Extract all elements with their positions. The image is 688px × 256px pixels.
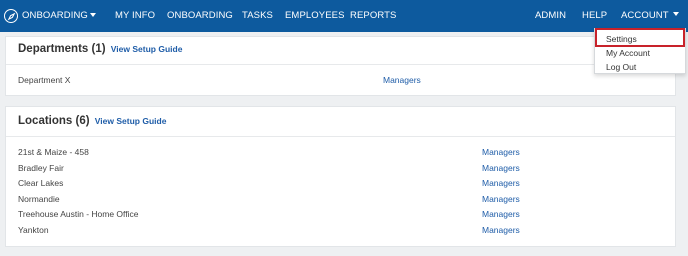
compass-logo-icon (4, 9, 18, 23)
locations-card: Locations (6) View Setup Guide 21st & Ma… (5, 106, 676, 247)
nav-brand-label: ONBOARDING (22, 10, 88, 21)
top-navbar: ONBOARDING MY INFO ONBOARDING TASKS EMPL… (0, 0, 688, 32)
location-managers-link[interactable]: Managers (482, 225, 520, 235)
menu-item-log-out[interactable]: Log Out (606, 61, 636, 73)
nav-item-tasks[interactable]: TASKS (242, 0, 273, 32)
locations-setup-guide-link[interactable]: View Setup Guide (95, 116, 167, 126)
nav-item-my-info[interactable]: MY INFO (115, 0, 155, 32)
caret-down-icon (89, 13, 96, 17)
location-managers-link[interactable]: Managers (482, 194, 520, 204)
location-name: Clear Lakes (18, 178, 64, 188)
nav-item-onboarding[interactable]: ONBOARDING (167, 0, 233, 32)
location-name: 21st & Maize - 458 (18, 147, 89, 157)
nav-brand-menu[interactable]: ONBOARDING (4, 0, 96, 32)
caret-down-icon (673, 12, 680, 17)
nav-item-label: REPORTS (350, 10, 397, 21)
location-managers-link[interactable]: Managers (482, 163, 520, 173)
department-name: Department X (18, 75, 71, 85)
locations-count: (6) (75, 115, 90, 127)
location-name: Bradley Fair (18, 163, 64, 173)
location-name: Yankton (18, 225, 49, 235)
locations-title: Locations (6) View Setup Guide (18, 115, 166, 127)
nav-account-label: ACCOUNT (621, 10, 669, 21)
departments-title: Departments (1) View Setup Guide (18, 43, 182, 55)
nav-item-employees[interactable]: EMPLOYEES (285, 0, 345, 32)
location-name: Treehouse Austin - Home Office (18, 209, 139, 219)
departments-setup-guide-link[interactable]: View Setup Guide (111, 44, 183, 54)
menu-item-settings[interactable]: Settings (606, 33, 637, 45)
nav-item-reports[interactable]: REPORTS (350, 0, 396, 32)
nav-item-label: TASKS (242, 10, 273, 21)
location-managers-link[interactable]: Managers (482, 147, 520, 157)
department-managers-link[interactable]: Managers (383, 75, 421, 85)
location-name: Normandie (18, 194, 60, 204)
location-managers-link[interactable]: Managers (482, 178, 520, 188)
locations-card-header: Locations (6) View Setup Guide (6, 107, 675, 137)
nav-item-label: ADMIN (535, 10, 567, 21)
departments-card-header: Departments (1) View Setup Guide (6, 37, 675, 65)
nav-item-admin[interactable]: ADMIN (535, 0, 566, 32)
nav-item-label: HELP (582, 10, 608, 21)
locations-title-text: Locations (18, 115, 73, 127)
nav-item-label: MY INFO (115, 10, 156, 21)
departments-title-text: Departments (18, 43, 89, 55)
location-managers-link[interactable]: Managers (482, 209, 520, 219)
departments-count: (1) (91, 43, 106, 55)
menu-item-my-account[interactable]: My Account (606, 47, 650, 59)
departments-card: Departments (1) View Setup Guide Departm… (5, 36, 676, 96)
account-dropdown-menu: Settings My Account Log Out (594, 28, 686, 74)
nav-item-label: ONBOARDING (167, 10, 233, 21)
nav-item-label: EMPLOYEES (285, 10, 345, 21)
